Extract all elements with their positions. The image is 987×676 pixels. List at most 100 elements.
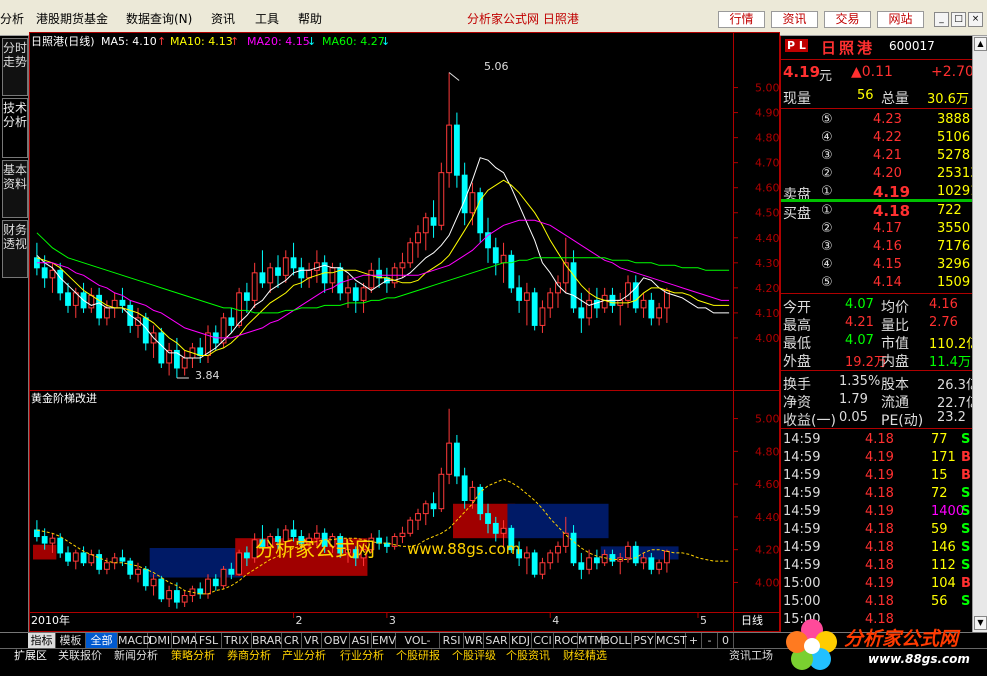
month-label: 3 (389, 614, 396, 627)
menu-data-query[interactable]: 数据查询(N) (126, 10, 192, 27)
candle-body (578, 307, 585, 319)
bottom-tab[interactable]: 资讯工场 (729, 649, 773, 663)
menu-help[interactable]: 帮助 (298, 10, 322, 27)
indicator-tab[interactable]: EMV (372, 633, 396, 649)
indicator-candle-body (485, 513, 491, 524)
indicator-tab[interactable]: OBV (322, 633, 350, 649)
bottom-tab[interactable]: 财经精选 (563, 649, 607, 663)
bottom-tab[interactable]: 关联报价 (58, 649, 102, 663)
tick-price: 4.19 (865, 576, 894, 591)
indicator-tab[interactable]: TRIX (222, 633, 252, 649)
bottom-tab[interactable]: 新闻分析 (114, 649, 158, 663)
maximize-icon[interactable]: □ (951, 12, 966, 27)
site-logo: 分析家公式网 www.88gs.com (780, 612, 987, 676)
indicator-tab[interactable]: - (702, 633, 718, 649)
menu-tools[interactable]: 工具 (255, 10, 279, 27)
indicator-tab[interactable]: CCI (532, 633, 554, 649)
vertical-scrollbar[interactable]: ▲ ▼ (972, 36, 987, 632)
stat-label: 市值 (881, 336, 909, 352)
tab-intraday[interactable]: 分时走势 (2, 38, 28, 96)
price-axis-label: 4.70 (755, 157, 780, 170)
indicator-tab[interactable]: MCST (656, 633, 687, 649)
indicator-tab[interactable]: WR (464, 633, 484, 649)
indicator-tab[interactable]: + (686, 633, 702, 649)
period-label[interactable]: 日线 (741, 613, 763, 627)
tick-price: 4.19 (865, 504, 894, 519)
indicator-candle-body (570, 532, 577, 564)
candle-body (531, 292, 538, 326)
price-axis-label: 4.50 (755, 207, 780, 220)
indicator-tab[interactable]: BRAR (252, 633, 282, 649)
bottom-tab[interactable]: 行业分析 (340, 649, 384, 663)
tick-row: 14:59 4.19 171 B (781, 450, 973, 468)
bottom-tab[interactable]: 券商分析 (227, 649, 271, 663)
minimize-icon[interactable]: _ (934, 12, 949, 27)
fund-label: PE(动) (881, 413, 924, 429)
indicator-tab[interactable]: MACD (118, 633, 151, 649)
price-axis-label: 4.20 (755, 282, 780, 295)
indicator-candle-body (111, 557, 118, 564)
chart-area[interactable]: 4.00 4.10 4.20 4.30 4.40 4.50 4.60 4.70 4.80 4.90… (29, 32, 780, 632)
indicator-tab[interactable]: ROC (554, 633, 578, 649)
indicator-tab[interactable]: DMA (172, 633, 198, 649)
tick-side: S (961, 594, 971, 609)
indicator-candle-body (166, 590, 173, 600)
indicator-tab[interactable]: PSY (632, 633, 656, 649)
bid-volume: 722 (937, 203, 962, 218)
menu-hk-futures-funds[interactable]: 港股期货基金 (36, 10, 108, 27)
menu-info[interactable]: 资讯 (211, 10, 235, 27)
trade-button[interactable]: 交易 (824, 11, 871, 28)
indicator-tab[interactable]: MTM (578, 633, 604, 649)
indicator-tab[interactable]: 模板 (56, 633, 86, 649)
tick-volume: 1400 (931, 504, 965, 519)
tick-volume: 59 (931, 522, 948, 537)
indicator-tab[interactable]: SAR (484, 633, 510, 649)
candle-body (41, 267, 48, 279)
bottom-tab[interactable]: 扩展区 (14, 649, 47, 663)
stat-row: 最低 4.07 市值 110.2亿 (781, 333, 979, 352)
indicator-tab[interactable]: DMI (148, 633, 172, 649)
candle-body (376, 269, 383, 279)
candle-body (415, 232, 421, 244)
bottom-tab[interactable]: 产业分析 (282, 649, 326, 663)
indicator-tab[interactable]: KDJ (510, 633, 532, 649)
indicator-tab[interactable]: FSL (196, 633, 222, 649)
menu-analysis[interactable]: 分析 (0, 10, 24, 27)
stat-row: 最高 4.21 量比 2.76 (781, 315, 973, 334)
tab-finance[interactable]: 财务透视 (2, 220, 28, 278)
close-icon[interactable]: × (968, 12, 983, 27)
indicator-tab[interactable]: 全部 (86, 633, 118, 649)
tick-time: 14:59 (783, 486, 821, 501)
quotes-button[interactable]: 行情 (718, 11, 765, 28)
candle-body (119, 299, 126, 306)
scroll-up-icon[interactable]: ▲ (974, 37, 987, 51)
tick-row: 14:59 4.18 77 S (781, 432, 973, 450)
info-button[interactable]: 资讯 (771, 11, 818, 28)
indicator-candle-body (656, 562, 663, 570)
bottom-tab[interactable]: 个股资讯 (506, 649, 550, 663)
indicator-tab[interactable]: VOL-TDX (396, 633, 440, 662)
indicator-tab[interactable]: VR (302, 633, 322, 649)
indicator-tab[interactable]: 0 (718, 633, 734, 649)
indicator-tab[interactable]: BOLL (602, 633, 632, 649)
bottom-tab[interactable]: 个股研报 (396, 649, 440, 663)
indicator-candle-body (173, 590, 180, 603)
candle-body (111, 299, 118, 309)
bid-price: 4.15 (873, 257, 902, 272)
indicator-tab[interactable]: ASI (350, 633, 372, 649)
indicator-tab[interactable]: CR (282, 633, 302, 649)
bottom-tab[interactable]: 个股评级 (452, 649, 496, 663)
indicator-tab[interactable]: 指标 (28, 633, 56, 649)
tab-technical[interactable]: 技术分析 (2, 98, 28, 158)
website-button[interactable]: 网站 (877, 11, 924, 28)
tab-fundamentals-label: 基本资料 (3, 163, 28, 191)
bid-row: 买盘 ① 4.18 722 (781, 202, 973, 222)
bottom-tab[interactable]: 策略分析 (171, 649, 215, 663)
indicator-tab[interactable]: RSI (440, 633, 464, 649)
tab-fundamentals[interactable]: 基本资料 (2, 160, 28, 218)
tick-side: S (961, 522, 971, 537)
indicator-candle-body (500, 527, 507, 534)
candle-body (422, 217, 429, 234)
candle-body (236, 292, 243, 326)
indicator-candle-body (236, 552, 243, 575)
